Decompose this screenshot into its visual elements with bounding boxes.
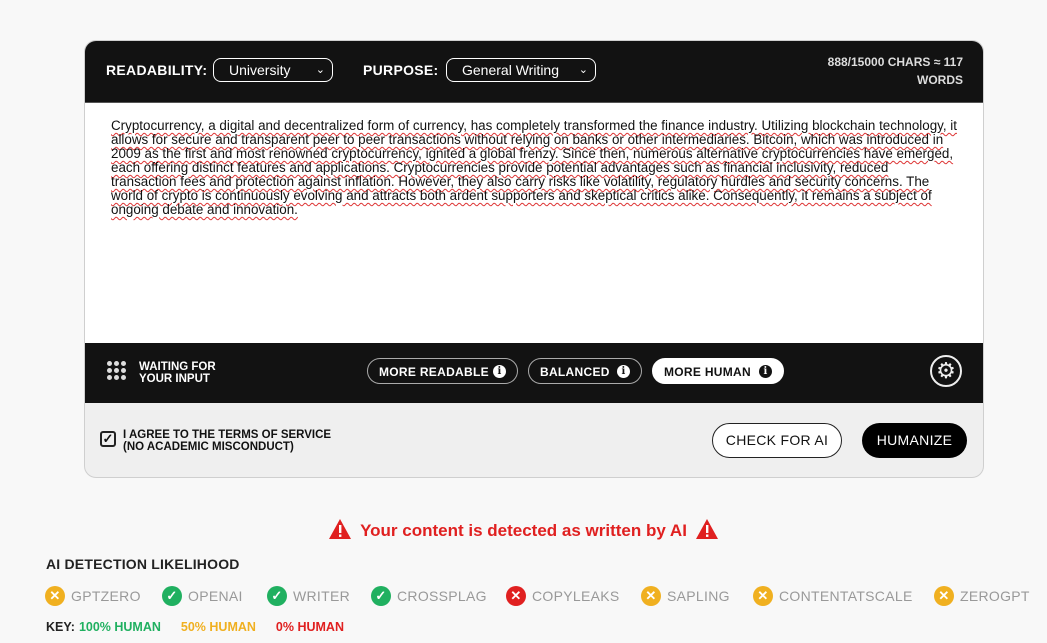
humanize-button[interactable]: HUMANIZE xyxy=(862,423,967,458)
info-icon[interactable]: i xyxy=(617,365,630,378)
warning-icon xyxy=(328,518,352,540)
gear-icon[interactable]: ⚙ xyxy=(930,355,962,387)
x-icon: ✕ xyxy=(45,586,65,606)
key-50-human: 50% HUMAN xyxy=(180,620,256,634)
mode-label: MORE READABLE xyxy=(379,365,489,379)
detector-name: COPYLEAKS xyxy=(532,588,620,604)
terms-line-1: I AGREE TO THE TERMS OF SERVICE xyxy=(123,429,332,441)
check-icon: ✓ xyxy=(267,586,287,606)
info-icon[interactable]: i xyxy=(493,365,506,378)
readability-label: READABILITY: xyxy=(106,62,208,78)
detector-name: ZEROGPT xyxy=(960,588,1030,604)
check-for-ai-button[interactable]: CHECK FOR AI xyxy=(712,423,842,458)
status-text: WAITING FOR YOUR INPUT xyxy=(139,361,216,385)
editor-text: Cryptocurrency, a digital and decentrali… xyxy=(111,118,957,217)
detection-label: AI DETECTION LIKELIHOOD xyxy=(46,556,240,572)
readability-select[interactable]: University ⌄ xyxy=(213,58,333,82)
detector-name: GPTZERO xyxy=(71,588,141,604)
key-0-human: 0% HUMAN xyxy=(275,620,344,634)
alert-text: Your content is detected as written by A… xyxy=(360,521,687,540)
humanizer-card: READABILITY: University ⌄ PURPOSE: Gener… xyxy=(84,40,984,478)
mode-label: BALANCED xyxy=(540,365,610,379)
mode-more-readable-button[interactable]: MORE READABLE i xyxy=(367,358,518,384)
settings-bar: READABILITY: University ⌄ PURPOSE: Gener… xyxy=(85,41,983,103)
status-line-2: YOUR INPUT xyxy=(139,373,210,385)
check-icon: ✓ xyxy=(371,586,391,606)
mode-bar: WAITING FOR YOUR INPUT MORE READABLE i B… xyxy=(85,343,983,403)
detector-name: CROSSPLAG xyxy=(397,588,487,604)
terms-line-2: (NO ACADEMIC MISCONDUCT) xyxy=(123,441,294,453)
detection-alert: Your content is detected as written by A… xyxy=(0,518,1047,541)
x-icon: ✕ xyxy=(934,586,954,606)
mode-more-human-button[interactable]: MORE HUMAN i xyxy=(652,358,784,384)
purpose-label: PURPOSE: xyxy=(363,62,439,78)
x-icon: ✕ xyxy=(641,586,661,606)
terms-checkbox[interactable]: ✓ xyxy=(100,431,116,447)
x-icon: ✕ xyxy=(753,586,773,606)
char-count: 888/15000 CHARS ≈ 117 xyxy=(827,55,963,69)
info-icon[interactable]: i xyxy=(759,365,772,378)
x-icon: ✕ xyxy=(506,586,526,606)
purpose-select[interactable]: General Writing ⌄ xyxy=(446,58,596,82)
chevron-down-icon: ⌄ xyxy=(315,64,325,76)
char-counter: 888/15000 CHARS ≈ 117 WORDS xyxy=(803,53,963,89)
status-line-1: WAITING FOR xyxy=(139,361,216,373)
loading-dots-icon xyxy=(107,361,127,381)
warning-icon xyxy=(695,518,719,540)
mode-label: MORE HUMAN xyxy=(664,365,751,379)
key-label: KEY: xyxy=(46,620,75,634)
mode-balanced-button[interactable]: BALANCED i xyxy=(528,358,642,384)
purpose-value: General Writing xyxy=(462,62,560,78)
check-icon: ✓ xyxy=(162,586,182,606)
word-count: WORDS xyxy=(917,73,963,87)
detector-name: CONTENTATSCALE xyxy=(779,588,913,604)
key-100-human: 100% HUMAN xyxy=(78,620,161,634)
chevron-down-icon: ⌄ xyxy=(578,64,588,76)
legend-key: KEY: 100% HUMAN 50% HUMAN 0% HUMAN xyxy=(46,620,364,634)
terms-label: I AGREE TO THE TERMS OF SERVICE (NO ACAD… xyxy=(123,429,331,453)
detector-name: SAPLING xyxy=(667,588,730,604)
detector-name: OPENAI xyxy=(188,588,243,604)
action-footer: ✓ I AGREE TO THE TERMS OF SERVICE (NO AC… xyxy=(85,403,983,477)
text-editor[interactable]: Cryptocurrency, a digital and decentrali… xyxy=(85,103,983,343)
detector-name: WRITER xyxy=(293,588,351,604)
readability-value: University xyxy=(229,62,291,78)
